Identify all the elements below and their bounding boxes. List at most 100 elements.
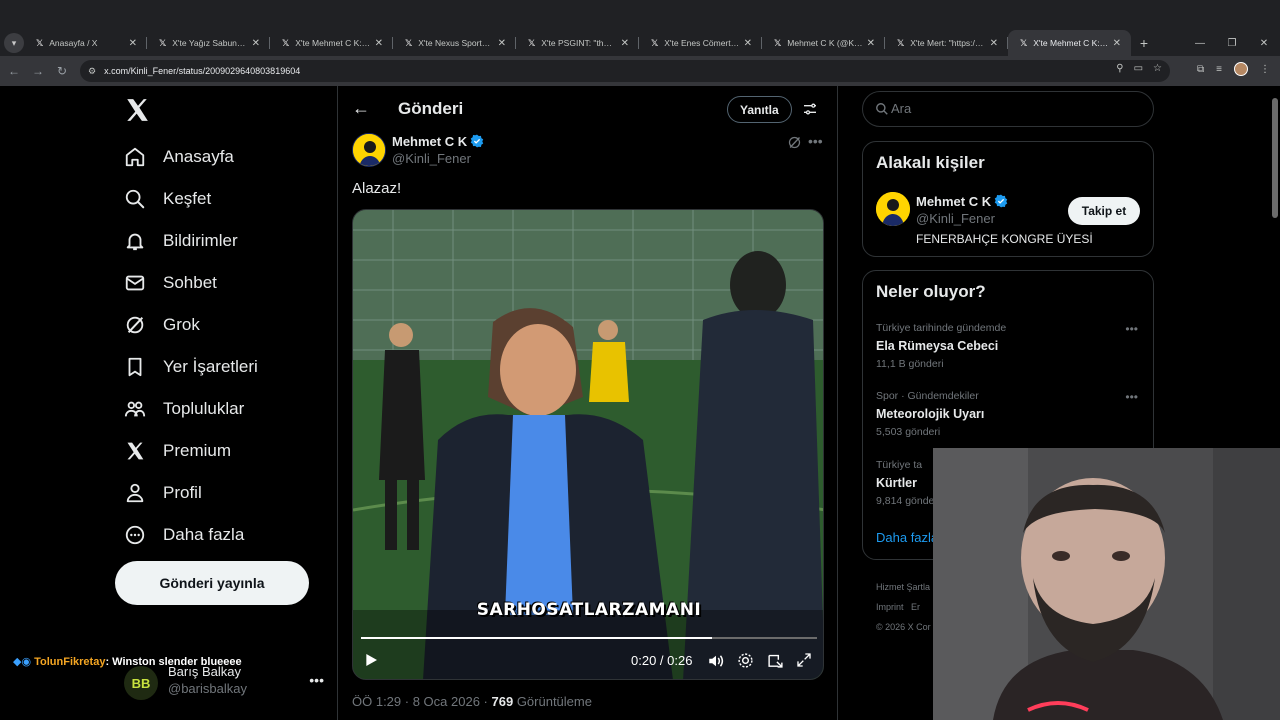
- tab-title: Mehmet C K (@Kinli_: [787, 38, 863, 48]
- window-controls: — ❐ ✕: [1184, 30, 1280, 56]
- close-tab-icon[interactable]: ✕: [990, 38, 998, 49]
- close-tab-icon[interactable]: ✕: [621, 38, 629, 49]
- video-player[interactable]: SARHOSATLARZAMANI 0:20 / 0:26: [352, 209, 824, 680]
- more-dots-icon[interactable]: •••: [808, 133, 823, 149]
- search-input[interactable]: [891, 101, 1131, 116]
- tweet-text: Alazaz!: [352, 180, 402, 197]
- media-icon[interactable]: ≡: [1216, 64, 1222, 75]
- address-bar-row: ← → ↻ ⚙ x.com/Kinli_Fener/status/2009029…: [0, 56, 1280, 86]
- stream-chat-overlay: ◆◉ TolunFikretay: Winston slender blueee…: [13, 655, 242, 668]
- nav-bookmarks[interactable]: Yer İşaretleri: [124, 346, 258, 388]
- tweet-time[interactable]: ÖÖ 1:29: [352, 694, 401, 709]
- view-count: 769: [491, 694, 514, 709]
- omnibox[interactable]: ⚙ x.com/Kinli_Fener/status/2009029640803…: [80, 60, 1170, 82]
- avatar[interactable]: [352, 133, 386, 167]
- filter-settings-icon[interactable]: [802, 101, 818, 117]
- cast-icon[interactable]: ▭: [1134, 63, 1143, 74]
- mail-icon: [124, 272, 146, 294]
- reload-icon[interactable]: ↻: [50, 64, 74, 78]
- close-tab-icon[interactable]: ✕: [1113, 38, 1121, 49]
- nav-explore[interactable]: Keşfet: [124, 178, 258, 220]
- back-arrow-icon[interactable]: ←: [352, 98, 370, 119]
- trend-item[interactable]: Spor · Gündemdekiler Meteorolojik Uyarı …: [876, 390, 1146, 438]
- scrollbar-thumb[interactable]: [1272, 98, 1278, 218]
- avatar[interactable]: [876, 192, 910, 226]
- picture-in-picture-icon[interactable]: [767, 652, 784, 669]
- nav-home[interactable]: Anasayfa: [124, 136, 258, 178]
- browser-menu-icon[interactable]: ⋮: [1260, 64, 1270, 75]
- nav-messages[interactable]: Sohbet: [124, 262, 258, 304]
- browser-tab[interactable]: 𝕏 X'te Yağız Sabuncuoğ ✕: [147, 30, 270, 56]
- minimize-icon[interactable]: —: [1184, 38, 1216, 49]
- omnibox-icons: ⚲ ▭ ☆: [1116, 63, 1162, 74]
- browser-tab[interactable]: 𝕏 X'te Mehmet C K: "Al ✕: [1008, 30, 1131, 56]
- post-button[interactable]: Gönderi yayınla: [115, 561, 309, 605]
- browser-tab[interactable]: 𝕏 X'te Mert: "https://t.c ✕: [885, 30, 1008, 56]
- footer-links: Hizmet Şartla Imprint Er © 2026 X Cor: [876, 577, 931, 637]
- site-settings-icon[interactable]: ⚙: [88, 66, 96, 77]
- tab-strip: ▾ 𝕏 Anasayfa / X ✕ 𝕏 X'te Yağız Sabuncuoğ ✕ 𝕏 X…: [0, 30, 1280, 56]
- search-box[interactable]: [862, 91, 1154, 127]
- close-tab-icon[interactable]: ✕: [252, 38, 260, 49]
- gear-icon[interactable]: [737, 652, 754, 669]
- more-dots-icon[interactable]: •••: [1125, 390, 1138, 404]
- page-scrollbar[interactable]: [1270, 86, 1280, 448]
- nav-premium[interactable]: Premium: [124, 430, 258, 472]
- video-progress-bar[interactable]: [361, 637, 817, 639]
- more-dots-icon[interactable]: •••: [1125, 322, 1138, 336]
- footer-imprint-link[interactable]: Imprint: [876, 602, 904, 612]
- browser-tab[interactable]: 𝕏 X'te PSGINT: "the M ✕: [516, 30, 639, 56]
- close-tab-icon[interactable]: ✕: [867, 38, 875, 49]
- fullscreen-icon[interactable]: [796, 652, 812, 668]
- star-icon[interactable]: ☆: [1153, 63, 1162, 74]
- nav-label: Grok: [163, 315, 200, 334]
- footer-link[interactable]: Er: [911, 602, 920, 612]
- reply-button[interactable]: Yanıtla: [727, 96, 792, 123]
- new-tab-button[interactable]: +: [1131, 35, 1157, 51]
- browser-tab[interactable]: 𝕏 X'te Mehmet C K: "M ✕: [270, 30, 393, 56]
- relevant-bio: FENERBAHÇE KONGRE ÜYESİ: [916, 232, 1093, 246]
- nav-notifications[interactable]: Bildirimler: [124, 220, 258, 262]
- forward-icon[interactable]: →: [26, 64, 50, 78]
- x-favicon-icon: 𝕏: [405, 37, 413, 48]
- extensions-icon[interactable]: ⧉: [1197, 64, 1204, 75]
- browser-tab[interactable]: 𝕏 Anasayfa / X ✕: [24, 30, 147, 56]
- url-text[interactable]: x.com/Kinli_Fener/status/200902964080381…: [104, 66, 300, 76]
- volume-icon[interactable]: [707, 652, 725, 670]
- follow-button[interactable]: Takip et: [1068, 197, 1140, 225]
- nav-communities[interactable]: Topluluklar: [124, 388, 258, 430]
- nav-more[interactable]: Daha fazla: [124, 514, 258, 556]
- grok-icon[interactable]: [787, 135, 802, 150]
- nav-label: Yer İşaretleri: [163, 357, 258, 376]
- browser-tab[interactable]: 𝕏 X'te Enes Cömert: "M ✕: [639, 30, 762, 56]
- play-icon[interactable]: [363, 652, 379, 668]
- video-controls: 0:20 / 0:26: [353, 648, 823, 674]
- show-more-link[interactable]: Daha fazla: [876, 530, 938, 545]
- trend-context: Spor · Gündemdekiler: [876, 390, 979, 402]
- browser-tab[interactable]: 𝕏 X'te Nexus Sports: "M ✕: [393, 30, 516, 56]
- footer-terms-link[interactable]: Hizmet Şartla: [876, 577, 931, 597]
- close-tab-icon[interactable]: ✕: [375, 38, 383, 49]
- x-logo-icon[interactable]: [124, 97, 150, 123]
- tweet-date[interactable]: 8 Oca 2026: [413, 694, 480, 709]
- back-icon[interactable]: ←: [2, 64, 26, 78]
- browser-tab[interactable]: 𝕏 Mehmet C K (@Kinli_ ✕: [762, 30, 885, 56]
- close-tab-icon[interactable]: ✕: [498, 38, 506, 49]
- maximize-icon[interactable]: ❐: [1216, 38, 1248, 49]
- more-dots-icon[interactable]: •••: [309, 672, 324, 688]
- trend-item[interactable]: Türkiye tarihinde gündemde Ela Rümeysa C…: [876, 322, 1146, 370]
- tabs-container: 𝕏 Anasayfa / X ✕ 𝕏 X'te Yağız Sabuncuoğ ✕ 𝕏 X't…: [24, 30, 1131, 56]
- nav-label: Profil: [163, 483, 202, 502]
- close-tab-icon[interactable]: ✕: [129, 38, 137, 49]
- tab-search-button[interactable]: ▾: [4, 33, 24, 53]
- nav-grok[interactable]: Grok: [124, 304, 258, 346]
- relevant-name[interactable]: Mehmet C K: [916, 194, 1008, 209]
- nav-label: Anasayfa: [163, 147, 234, 166]
- zoom-icon[interactable]: ⚲: [1116, 63, 1123, 74]
- profile-avatar[interactable]: [1234, 62, 1248, 76]
- home-icon: [124, 146, 146, 168]
- video-caption: SARHOSATLARZAMANI: [476, 600, 702, 620]
- close-window-icon[interactable]: ✕: [1248, 38, 1280, 49]
- nav-profile[interactable]: Profil: [124, 472, 258, 514]
- close-tab-icon[interactable]: ✕: [744, 38, 752, 49]
